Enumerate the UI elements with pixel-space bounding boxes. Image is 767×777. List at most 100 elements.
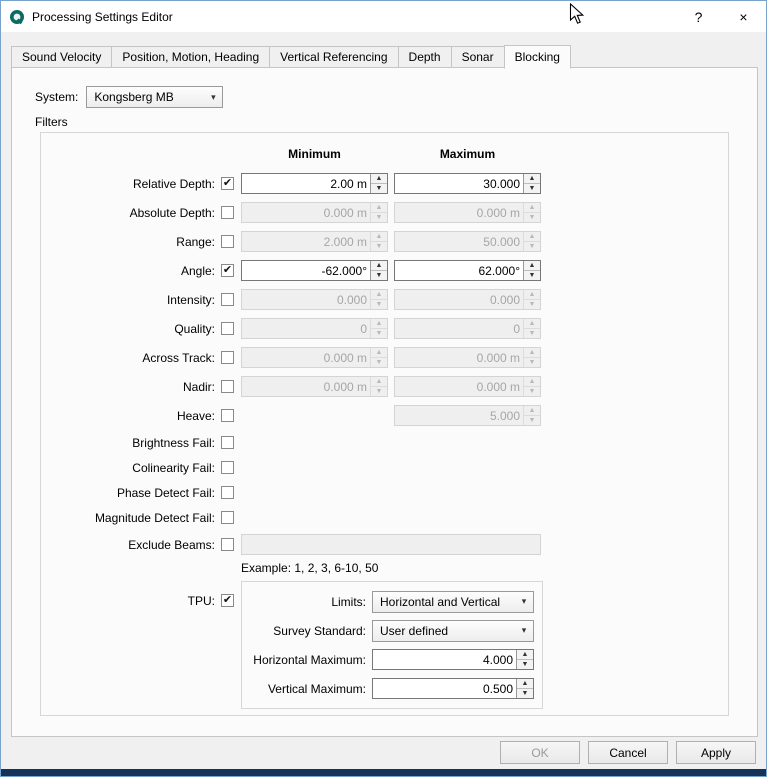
spin-buttons[interactable]: ▲▼ <box>370 319 387 338</box>
spin-up-icon[interactable]: ▲ <box>524 232 540 241</box>
relative-depth-checkbox[interactable] <box>221 177 234 190</box>
spin-down-icon[interactable]: ▼ <box>371 357 387 367</box>
relative-depth-min-spinner[interactable]: ▲▼ <box>241 173 388 194</box>
intensity-max-spinner[interactable]: ▲▼ <box>394 289 541 310</box>
tab-sonar[interactable]: Sonar <box>451 46 505 68</box>
relative-depth-max-input[interactable] <box>395 174 523 193</box>
spin-down-icon[interactable]: ▼ <box>524 357 540 367</box>
absolute-depth-min-input[interactable] <box>242 203 370 222</box>
range-max-input[interactable] <box>395 232 523 251</box>
heave-max-input[interactable] <box>395 406 523 425</box>
range-checkbox[interactable] <box>221 235 234 248</box>
spin-buttons[interactable]: ▲▼ <box>370 174 387 193</box>
spin-down-icon[interactable]: ▼ <box>371 183 387 193</box>
vertical-maximum-spinner[interactable]: ▲▼ <box>372 678 534 699</box>
spin-buttons[interactable]: ▲▼ <box>523 406 540 425</box>
spin-buttons[interactable]: ▲▼ <box>523 348 540 367</box>
relative-depth-min-input[interactable] <box>242 174 370 193</box>
tab-position-motion-heading[interactable]: Position, Motion, Heading <box>111 46 270 68</box>
spin-down-icon[interactable]: ▼ <box>524 241 540 251</box>
spin-up-icon[interactable]: ▲ <box>371 203 387 212</box>
spin-up-icon[interactable]: ▲ <box>524 261 540 270</box>
spin-buttons[interactable]: ▲▼ <box>523 232 540 251</box>
spin-down-icon[interactable]: ▼ <box>524 212 540 222</box>
spin-buttons[interactable]: ▲▼ <box>370 203 387 222</box>
spin-up-icon[interactable]: ▲ <box>517 650 533 659</box>
range-max-spinner[interactable]: ▲▼ <box>394 231 541 252</box>
spin-up-icon[interactable]: ▲ <box>524 290 540 299</box>
horizontal-maximum-spinner[interactable]: ▲▼ <box>372 649 534 670</box>
close-button[interactable]: × <box>721 1 766 32</box>
spin-up-icon[interactable]: ▲ <box>371 261 387 270</box>
horizontal-maximum-input[interactable] <box>373 650 516 669</box>
spin-up-icon[interactable]: ▲ <box>524 203 540 212</box>
nadir-checkbox[interactable] <box>221 380 234 393</box>
nadir-min-spinner[interactable]: ▲▼ <box>241 376 388 397</box>
spin-down-icon[interactable]: ▼ <box>517 688 533 698</box>
survey-standard-combobox[interactable]: User defined ▾ <box>372 620 534 642</box>
tab-sound-velocity[interactable]: Sound Velocity <box>11 46 112 68</box>
spin-down-icon[interactable]: ▼ <box>524 328 540 338</box>
relative-depth-max-spinner[interactable]: ▲▼ <box>394 173 541 194</box>
spin-up-icon[interactable]: ▲ <box>524 319 540 328</box>
heave-checkbox[interactable] <box>221 409 234 422</box>
spin-down-icon[interactable]: ▼ <box>517 659 533 669</box>
quality-min-input[interactable] <box>242 319 370 338</box>
exclude-beams-input[interactable] <box>241 534 541 555</box>
exclude-beams-checkbox[interactable] <box>221 538 234 551</box>
system-combobox[interactable]: Kongsberg MB ▾ <box>86 86 223 108</box>
spin-up-icon[interactable]: ▲ <box>524 348 540 357</box>
spin-buttons[interactable]: ▲▼ <box>370 348 387 367</box>
spin-up-icon[interactable]: ▲ <box>371 232 387 241</box>
spin-buttons[interactable]: ▲▼ <box>523 290 540 309</box>
spin-buttons[interactable]: ▲▼ <box>523 203 540 222</box>
help-button[interactable]: ? <box>676 1 721 32</box>
nadir-max-spinner[interactable]: ▲▼ <box>394 376 541 397</box>
absolute-depth-max-spinner[interactable]: ▲▼ <box>394 202 541 223</box>
spin-down-icon[interactable]: ▼ <box>524 299 540 309</box>
spin-up-icon[interactable]: ▲ <box>371 377 387 386</box>
tab-vertical-referencing[interactable]: Vertical Referencing <box>269 46 398 68</box>
spin-down-icon[interactable]: ▼ <box>371 386 387 396</box>
quality-max-spinner[interactable]: ▲▼ <box>394 318 541 339</box>
absolute-depth-max-input[interactable] <box>395 203 523 222</box>
spin-up-icon[interactable]: ▲ <box>371 319 387 328</box>
spin-buttons[interactable]: ▲▼ <box>523 261 540 280</box>
spin-buttons[interactable]: ▲▼ <box>516 679 533 698</box>
brightness-fail-checkbox[interactable] <box>221 436 234 449</box>
spin-down-icon[interactable]: ▼ <box>371 270 387 280</box>
colinearity-fail-checkbox[interactable] <box>221 461 234 474</box>
spin-down-icon[interactable]: ▼ <box>524 415 540 425</box>
absolute-depth-min-spinner[interactable]: ▲▼ <box>241 202 388 223</box>
spin-down-icon[interactable]: ▼ <box>524 183 540 193</box>
cancel-button[interactable]: Cancel <box>588 741 668 764</box>
spin-buttons[interactable]: ▲▼ <box>523 319 540 338</box>
apply-button[interactable]: Apply <box>676 741 756 764</box>
phase-detect-fail-checkbox[interactable] <box>221 486 234 499</box>
spin-down-icon[interactable]: ▼ <box>371 241 387 251</box>
angle-checkbox[interactable] <box>221 264 234 277</box>
intensity-min-input[interactable] <box>242 290 370 309</box>
limits-combobox[interactable]: Horizontal and Vertical ▾ <box>372 591 534 613</box>
spin-up-icon[interactable]: ▲ <box>517 679 533 688</box>
spin-up-icon[interactable]: ▲ <box>371 290 387 299</box>
absolute-depth-checkbox[interactable] <box>221 206 234 219</box>
spin-buttons[interactable]: ▲▼ <box>516 650 533 669</box>
spin-down-icon[interactable]: ▼ <box>524 386 540 396</box>
spin-buttons[interactable]: ▲▼ <box>370 290 387 309</box>
spin-buttons[interactable]: ▲▼ <box>370 261 387 280</box>
tab-blocking[interactable]: Blocking <box>504 45 571 69</box>
across-track-max-input[interactable] <box>395 348 523 367</box>
tab-depth[interactable]: Depth <box>398 46 452 68</box>
angle-max-input[interactable] <box>395 261 523 280</box>
across-track-max-spinner[interactable]: ▲▼ <box>394 347 541 368</box>
range-min-input[interactable] <box>242 232 370 251</box>
intensity-max-input[interactable] <box>395 290 523 309</box>
vertical-maximum-input[interactable] <box>373 679 516 698</box>
heave-max-spinner[interactable]: ▲▼ <box>394 405 541 426</box>
intensity-min-spinner[interactable]: ▲▼ <box>241 289 388 310</box>
across-track-checkbox[interactable] <box>221 351 234 364</box>
intensity-checkbox[interactable] <box>221 293 234 306</box>
spin-down-icon[interactable]: ▼ <box>371 212 387 222</box>
spin-buttons[interactable]: ▲▼ <box>523 377 540 396</box>
